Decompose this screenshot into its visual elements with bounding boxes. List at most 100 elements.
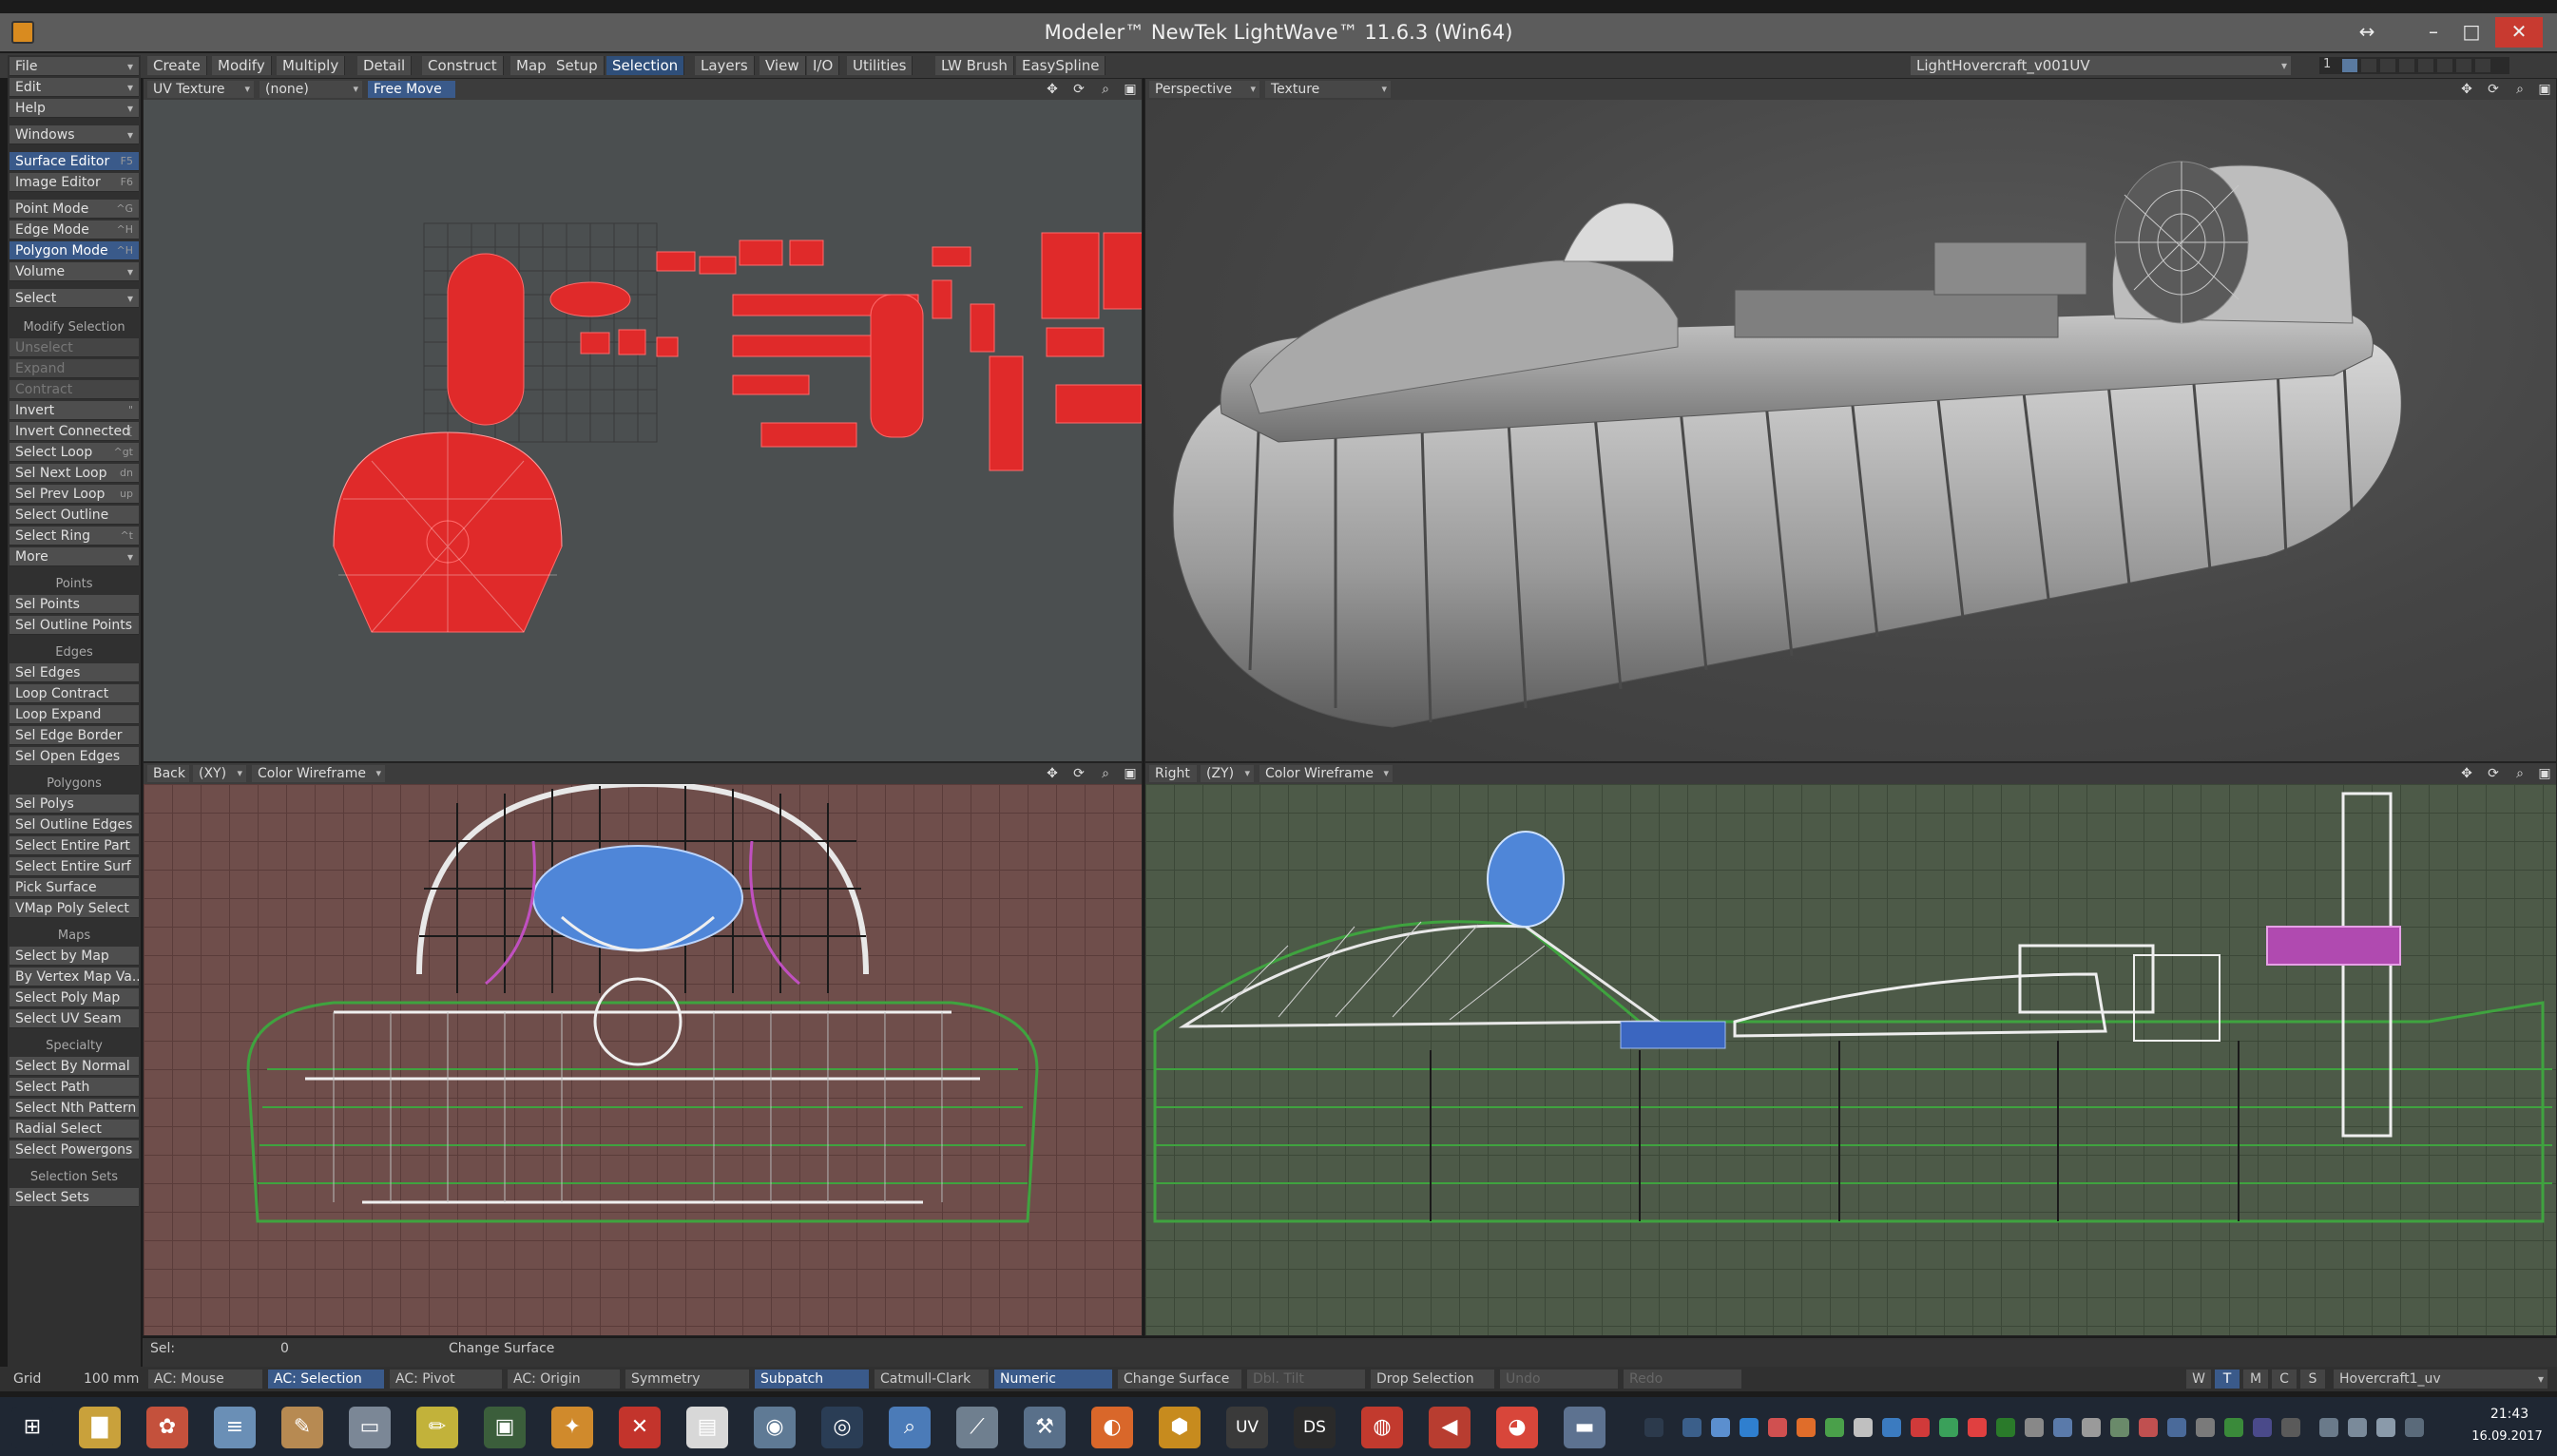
sidebar-item-select-path[interactable]: Select Path bbox=[10, 1078, 139, 1097]
tray-app-icon[interactable] bbox=[1682, 1418, 1701, 1437]
pencil-icon[interactable]: ✏ bbox=[416, 1407, 458, 1448]
menu-tab-modify[interactable]: Modify bbox=[212, 56, 272, 75]
view-type-select[interactable]: Perspective bbox=[1149, 81, 1259, 98]
menu-tab-i-o[interactable]: I/O bbox=[807, 56, 840, 75]
zoom-icon[interactable]: ⌕ bbox=[2510, 81, 2529, 98]
sidebar-item-select-uv-seam[interactable]: Select UV Seam bbox=[10, 1009, 139, 1028]
firefox-icon[interactable]: ◐ bbox=[1091, 1407, 1133, 1448]
toggle-numeric[interactable]: Numeric bbox=[994, 1370, 1112, 1389]
menu-tab-selection[interactable]: Selection bbox=[606, 56, 685, 75]
sidebar-item-select-ring[interactable]: Select Ring ^t bbox=[10, 527, 139, 546]
menu-tab-multiply[interactable]: Multiply bbox=[277, 56, 346, 75]
tray-app-icon[interactable] bbox=[1939, 1418, 1958, 1437]
menu-tab-layers[interactable]: Layers bbox=[695, 56, 755, 75]
axis-select[interactable]: (XY) bbox=[193, 765, 246, 782]
chrome-like-icon[interactable]: ◉ bbox=[754, 1407, 796, 1448]
render-mode-select[interactable]: Color Wireframe bbox=[252, 765, 385, 782]
move-view-icon[interactable]: ✥ bbox=[1043, 765, 1062, 782]
sidebar-item-sel-outline-points[interactable]: Sel Outline Points bbox=[10, 616, 139, 635]
tray-app-icon[interactable] bbox=[1854, 1418, 1873, 1437]
tray-app-icon[interactable] bbox=[2253, 1418, 2272, 1437]
magnifier-app-icon[interactable]: ⌕ bbox=[889, 1407, 931, 1448]
right-canvas[interactable] bbox=[1145, 784, 2556, 1335]
tray-app-icon[interactable] bbox=[2082, 1418, 2101, 1437]
uv-viewport[interactable]: UV Texture (none) Free Move ✥ ⟳ ⌕ ▣ bbox=[143, 78, 1143, 762]
daz-studio-icon[interactable]: DS bbox=[1294, 1407, 1336, 1448]
clock-date[interactable]: 16.09.2017 bbox=[2462, 1429, 2552, 1444]
sidebar-item-contract[interactable]: Contract bbox=[10, 380, 139, 399]
sidebar-item-by-vertex-map-va[interactable]: By Vertex Map Va... bbox=[10, 967, 139, 987]
maximize-viewport-icon[interactable]: ▣ bbox=[2535, 81, 2554, 98]
close-button[interactable]: ✕ bbox=[2495, 17, 2543, 48]
sidebar-item-surface-editor[interactable]: Surface Editor F5 bbox=[10, 152, 139, 171]
layer-bank[interactable]: 1 bbox=[2319, 57, 2509, 74]
sidebar-item-sel-edge-border[interactable]: Sel Edge Border bbox=[10, 726, 139, 745]
tray-app-icon[interactable] bbox=[1996, 1418, 2015, 1437]
menu-tab-map[interactable]: Map bbox=[510, 56, 553, 75]
layer-cell[interactable] bbox=[2342, 59, 2357, 72]
speaker-app-icon[interactable]: ◀ bbox=[1429, 1407, 1471, 1448]
language-icon[interactable] bbox=[2405, 1418, 2424, 1437]
render-mode-select[interactable]: Color Wireframe bbox=[1259, 765, 1393, 782]
perspective-canvas[interactable] bbox=[1145, 100, 2556, 761]
notepad-icon[interactable]: ≡ bbox=[214, 1407, 256, 1448]
move-view-icon[interactable]: ✥ bbox=[2457, 765, 2476, 782]
menu-tab-easyspline[interactable]: EasySpline bbox=[1016, 56, 1106, 75]
toggle-ac-origin[interactable]: AC: Origin bbox=[508, 1370, 620, 1389]
sidebar-item-more[interactable]: More bbox=[10, 547, 139, 566]
flag-icon[interactable] bbox=[2319, 1418, 2338, 1437]
camera-icon[interactable]: ◎ bbox=[821, 1407, 863, 1448]
menu-tab-detail[interactable]: Detail bbox=[357, 56, 413, 75]
sidebar-item-sel-edges[interactable]: Sel Edges bbox=[10, 663, 139, 682]
view-type-select[interactable]: UV Texture bbox=[147, 81, 254, 98]
sidebar-item-select-powergons[interactable]: Select Powergons bbox=[10, 1140, 139, 1159]
sidebar-item-windows[interactable]: Windows bbox=[10, 125, 139, 144]
toggle-change-surface[interactable]: Change Surface bbox=[1118, 1370, 1241, 1389]
tray-app-icon[interactable] bbox=[2053, 1418, 2072, 1437]
wtmcs-mode-t[interactable]: T bbox=[2215, 1370, 2240, 1389]
sidebar-item-select-sets[interactable]: Select Sets bbox=[10, 1188, 139, 1207]
view-type-select[interactable]: Right bbox=[1149, 765, 1197, 782]
tray-app-icon[interactable] bbox=[1968, 1418, 1987, 1437]
toggle-ac-pivot[interactable]: AC: Pivot bbox=[390, 1370, 502, 1389]
layer-cell[interactable] bbox=[2380, 59, 2395, 72]
tray-app-icon[interactable] bbox=[1797, 1418, 1816, 1437]
sidebar-item-select-outline[interactable]: Select Outline bbox=[10, 506, 139, 525]
layer-cell[interactable] bbox=[2418, 59, 2433, 72]
monitor-icon[interactable]: ▣ bbox=[484, 1407, 526, 1448]
chrome-icon[interactable]: ◕ bbox=[1496, 1407, 1538, 1448]
layer-cell[interactable] bbox=[2456, 59, 2471, 72]
toggle-ac-mouse[interactable]: AC: Mouse bbox=[148, 1370, 262, 1389]
sidebar-item-edit[interactable]: Edit bbox=[10, 78, 139, 97]
rotate-view-icon[interactable]: ⟳ bbox=[2484, 765, 2503, 782]
sidebar-item-sel-points[interactable]: Sel Points bbox=[10, 595, 139, 614]
layer-cell[interactable] bbox=[2361, 59, 2376, 72]
wtmcs-mode-w[interactable]: W bbox=[2186, 1370, 2211, 1389]
rotate-view-icon[interactable]: ⟳ bbox=[1069, 765, 1088, 782]
sidebar-item-select[interactable]: Select bbox=[10, 289, 139, 308]
uv-canvas[interactable] bbox=[144, 100, 1142, 761]
move-view-icon[interactable]: ✥ bbox=[2457, 81, 2476, 98]
toggle-subpatch[interactable]: Subpatch bbox=[755, 1370, 869, 1389]
maximize-viewport-icon[interactable]: ▣ bbox=[1121, 81, 1140, 98]
sidebar-item-vmap-poly-select[interactable]: VMap Poly Select bbox=[10, 899, 139, 918]
tray-app-icon[interactable] bbox=[1825, 1418, 1844, 1437]
document-icon[interactable]: ▤ bbox=[686, 1407, 728, 1448]
tray-app-icon[interactable] bbox=[2139, 1418, 2158, 1437]
maximize-viewport-icon[interactable]: ▣ bbox=[2535, 765, 2554, 782]
tray-app-icon[interactable] bbox=[2167, 1418, 2186, 1437]
layer-object-select[interactable]: LightHovercraft_v001UV ▾ bbox=[1911, 56, 2291, 75]
network-icon[interactable]: ⟋ bbox=[956, 1407, 998, 1448]
menu-tab-view[interactable]: View bbox=[759, 56, 806, 75]
sidebar-item-invert[interactable]: Invert " bbox=[10, 401, 139, 420]
right-viewport[interactable]: Right (ZY) Color Wireframe ✥ ⟳ ⌕ ▣ bbox=[1144, 762, 2557, 1336]
zoom-icon[interactable]: ⌕ bbox=[1096, 765, 1115, 782]
cross-app-icon[interactable]: ✕ bbox=[619, 1407, 661, 1448]
sidebar-item-edge-mode[interactable]: Edge Mode ^H bbox=[10, 220, 139, 239]
sidebar-item-sel-prev-loop[interactable]: Sel Prev Loop up bbox=[10, 485, 139, 504]
back-canvas[interactable] bbox=[144, 780, 1142, 1335]
sidebar-item-select-entire-part[interactable]: Select Entire Part bbox=[10, 836, 139, 855]
sidebar-item-select-by-map[interactable]: Select by Map bbox=[10, 947, 139, 966]
tray-app-icon[interactable] bbox=[2281, 1418, 2300, 1437]
target-app-icon[interactable]: ◍ bbox=[1361, 1407, 1403, 1448]
